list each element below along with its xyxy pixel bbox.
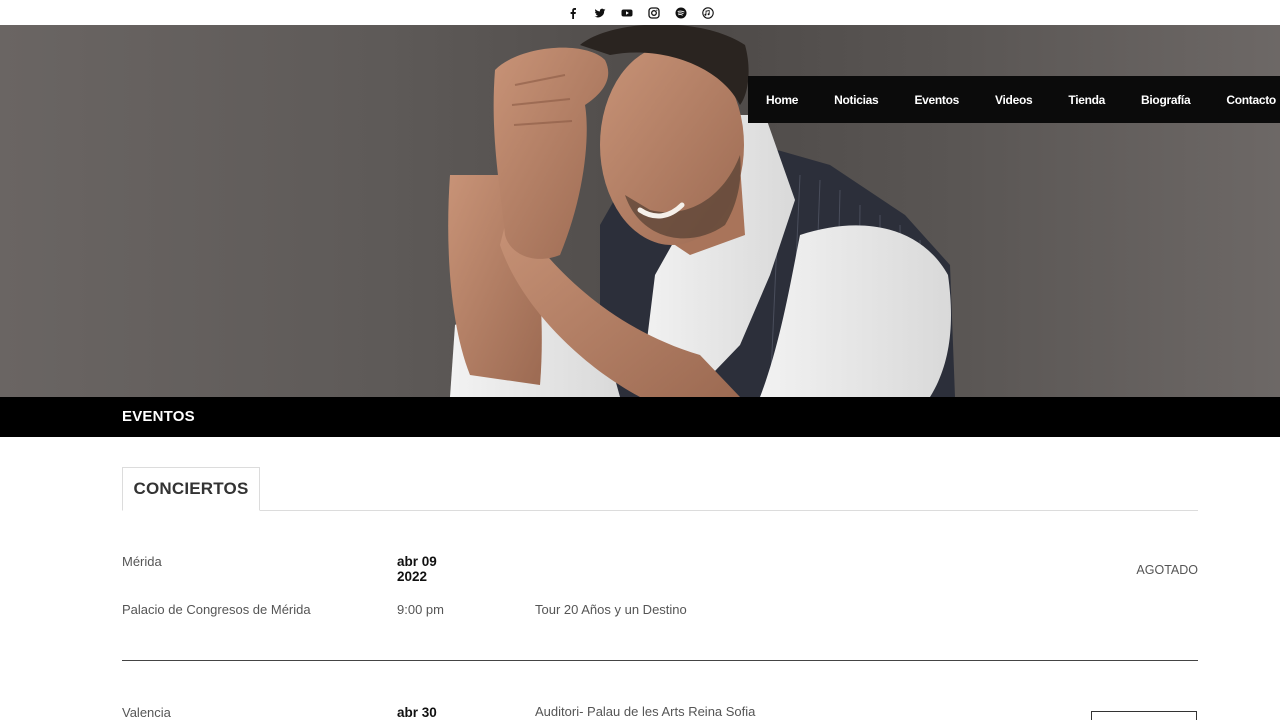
event-city: Mérida — [122, 554, 162, 569]
event-venue: Auditori- Palau de les Arts Reina Sofia — [535, 704, 756, 719]
page-title: EVENTOS — [122, 408, 195, 425]
event-venue: Palacio de Congresos de Mérida — [122, 602, 311, 617]
nav-tienda[interactable]: Tienda — [1068, 93, 1105, 107]
nav-home[interactable]: Home — [766, 93, 798, 107]
twitter-icon[interactable] — [593, 6, 607, 20]
event-date-day: abr 30 — [397, 705, 437, 720]
main-nav: Home Noticias Eventos Videos Tienda Biog… — [748, 76, 1280, 123]
event-time: 9:00 pm — [397, 602, 444, 617]
instagram-icon[interactable] — [647, 6, 661, 20]
itunes-icon[interactable] — [701, 6, 715, 20]
event-tabs: CONCIERTOS — [122, 467, 1198, 511]
tab-label: CONCIERTOS — [133, 479, 249, 498]
nav-contacto[interactable]: Contacto — [1226, 93, 1276, 107]
event-date: abr 30 — [397, 705, 437, 720]
nav-noticias[interactable]: Noticias — [834, 93, 879, 107]
nav-videos[interactable]: Videos — [995, 93, 1033, 107]
event-date-year: 2022 — [397, 569, 428, 584]
social-bar — [0, 0, 1280, 25]
spotify-icon[interactable] — [674, 6, 688, 20]
hero-banner: Home Noticias Eventos Videos Tienda Biog… — [0, 25, 1280, 397]
event-divider — [122, 660, 1198, 661]
status-badge: AGOTADO — [1136, 563, 1198, 577]
nav-biografia[interactable]: Biografía — [1141, 93, 1191, 107]
buy-tickets-button[interactable] — [1091, 711, 1197, 720]
event-date-day: abr 09 — [397, 554, 437, 569]
nav-eventos[interactable]: Eventos — [914, 93, 959, 107]
youtube-icon[interactable] — [620, 6, 634, 20]
tab-conciertos[interactable]: CONCIERTOS — [122, 467, 260, 511]
event-city: Valencia — [122, 705, 171, 720]
event-date: abr 09 2022 — [397, 554, 437, 584]
event-tour: Tour 20 Años y un Destino — [535, 602, 687, 617]
facebook-icon[interactable] — [566, 6, 580, 20]
section-header-bar: EVENTOS — [0, 397, 1280, 437]
